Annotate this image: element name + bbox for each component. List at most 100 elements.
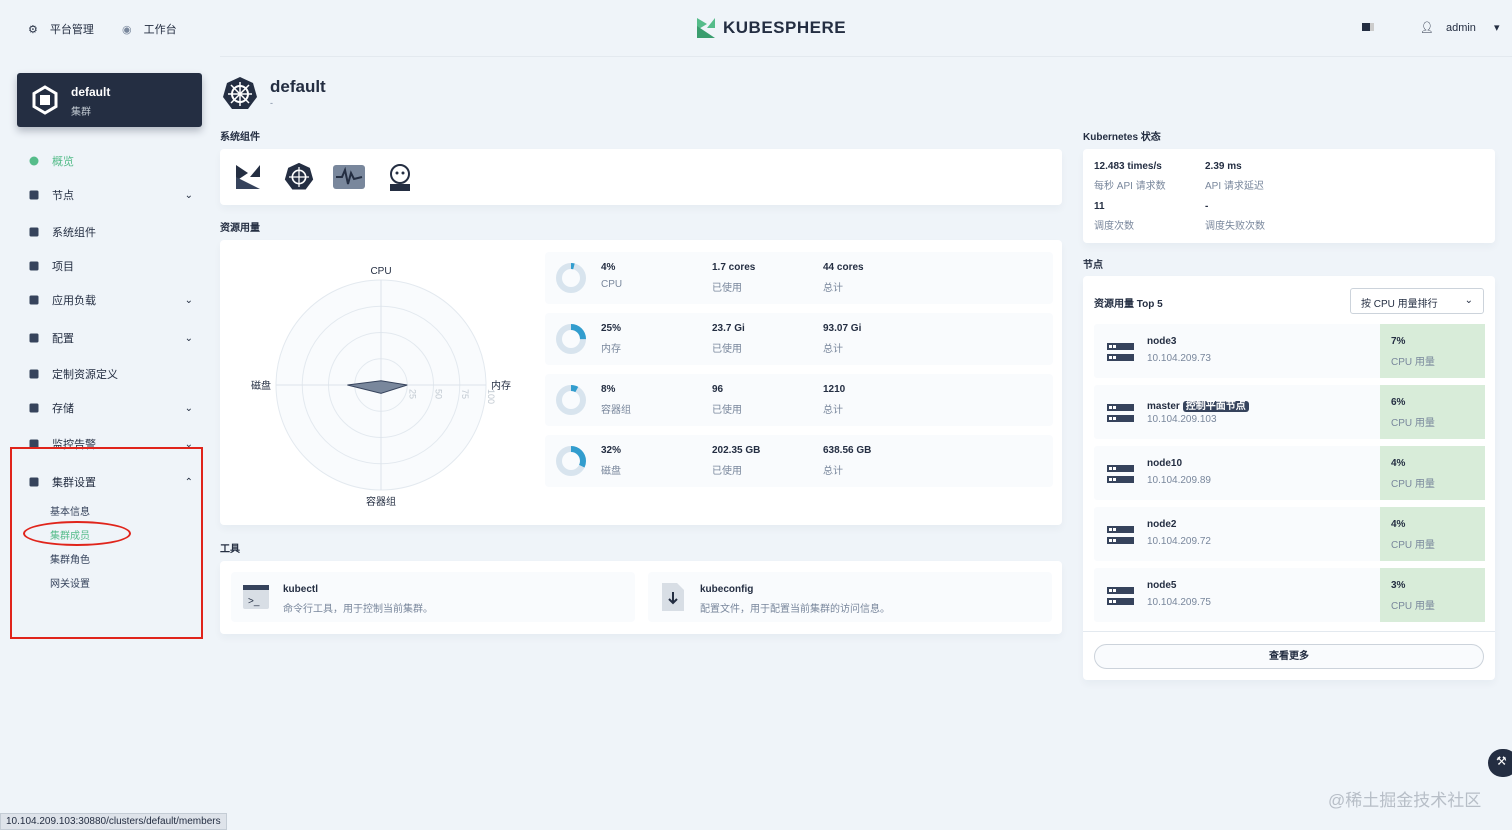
divider: [1083, 631, 1495, 632]
usage-row: 25% 内存 23.7 Gi 已使用 93.07 Gi 总计: [545, 313, 1053, 365]
node-name: master: [1147, 401, 1180, 412]
hammer-icon: ⚒: [1496, 754, 1507, 768]
sidebar-item-overview[interactable]: 概览: [28, 153, 193, 169]
status-bar-url: 10.104.209.103:30880/clusters/default/me…: [0, 813, 227, 830]
usage-donut: [556, 385, 586, 415]
kubesphere-component-icon[interactable]: [234, 163, 262, 191]
sort-select[interactable]: 按 CPU 用量排行 ⌄: [1350, 288, 1484, 314]
node-row[interactable]: node2 10.104.209.72 4% CPU 用量: [1094, 507, 1485, 561]
page-title: default: [270, 77, 326, 96]
radar-tick-label: 75: [460, 389, 470, 399]
user-menu[interactable]: 👤︎ admin ▾: [1420, 21, 1500, 35]
node-cpu-usage: 7% CPU 用量: [1380, 324, 1485, 378]
section-title: 节点: [1083, 260, 1103, 271]
component-icon: [29, 227, 39, 237]
view-more-button[interactable]: 查看更多: [1094, 644, 1484, 669]
node-cpu-usage: 6% CPU 用量: [1380, 385, 1485, 439]
storage-icon: [29, 403, 39, 413]
workbench-icon: ◉: [122, 23, 132, 36]
server-icon: [1107, 526, 1134, 544]
svg-text:>_: >_: [248, 596, 260, 607]
kubeconfig-tool[interactable]: kubeconfig 配置文件，用于配置当前集群的访问信息。: [648, 572, 1052, 622]
nodes-panel-title: 资源用量 Top 5: [1094, 299, 1163, 310]
server-icon: [1107, 587, 1134, 605]
components-panel: [220, 149, 1062, 205]
page-description: -: [270, 98, 273, 108]
sidebar-item-config[interactable]: 配置 ⌄: [28, 330, 193, 346]
server-icon: [1107, 465, 1134, 483]
node-row[interactable]: master 控制平面节点 10.104.209.103 6% CPU 用量: [1094, 385, 1485, 439]
node-cpu-usage: 4% CPU 用量: [1380, 446, 1485, 500]
node-name: node2: [1147, 519, 1177, 530]
chevron-icon: ⌄: [184, 294, 193, 306]
workload-icon: [29, 295, 39, 305]
config-icon: [29, 333, 39, 343]
kubectl-tool[interactable]: >_ kubectl 命令行工具，用于控制当前集群。: [231, 572, 635, 622]
toolbox-button[interactable]: ⚒: [1488, 749, 1512, 777]
platform-menu[interactable]: ⚙ 平台管理: [28, 21, 94, 37]
sidebar-item-project[interactable]: 项目: [28, 258, 193, 274]
radar-axis-label: 磁盘: [251, 379, 271, 392]
node-icon: [29, 190, 39, 200]
notification-icon[interactable]: [1362, 23, 1374, 31]
divider: [220, 56, 1512, 57]
node-ip: 10.104.209.73: [1147, 353, 1211, 364]
server-icon: [1107, 404, 1134, 422]
node-ip: 10.104.209.103: [1147, 414, 1217, 425]
sidebar-item-crd[interactable]: 定制资源定义: [28, 366, 193, 382]
node-ip: 10.104.209.89: [1147, 475, 1211, 486]
devops-component-icon[interactable]: [386, 162, 414, 192]
node-name: node10: [1147, 458, 1183, 469]
radar-tick-label: 25: [407, 389, 417, 399]
usage-row: 8% 容器组 96 已使用 1210 总计: [545, 374, 1053, 426]
node-ip: 10.104.209.75: [1147, 597, 1211, 608]
cluster-selector[interactable]: default 集群: [17, 73, 202, 127]
control-plane-badge: 控制平面节点: [1182, 401, 1249, 412]
server-icon: [1107, 343, 1134, 361]
usage-row: 32% 磁盘 202.35 GB 已使用 638.56 GB 总计: [545, 435, 1053, 487]
radar-tick-label: 100: [486, 389, 496, 404]
radar-axis-label: 容器组: [366, 495, 396, 508]
kubernetes-icon: [223, 77, 257, 109]
chevron-icon: ⌄: [184, 402, 193, 414]
node-ip: 10.104.209.72: [1147, 536, 1211, 547]
section-title: 工具: [220, 544, 240, 555]
chevron-icon: ⌄: [184, 189, 193, 201]
sidebar-item-component[interactable]: 系统组件: [28, 224, 193, 240]
node-cpu-usage: 4% CPU 用量: [1380, 507, 1485, 561]
node-row[interactable]: node10 10.104.209.89 4% CPU 用量: [1094, 446, 1485, 500]
sidebar-item-storage[interactable]: 存储 ⌄: [28, 400, 193, 416]
usage-donut: [556, 324, 586, 354]
chevron-down-icon: ⌄: [1464, 295, 1473, 306]
kubernetes-component-icon[interactable]: [284, 162, 314, 192]
logo[interactable]: KUBESPHERE: [695, 16, 846, 40]
radar-tick-label: 50: [434, 389, 444, 399]
node-row[interactable]: node5 10.104.209.75 3% CPU 用量: [1094, 568, 1485, 622]
radar-chart: CPU内存容器组磁盘25 50 75 100: [251, 266, 511, 508]
cluster-icon: [32, 85, 58, 115]
project-icon: [29, 261, 39, 271]
node-row[interactable]: node3 10.104.209.73 7% CPU 用量: [1094, 324, 1485, 378]
node-cpu-usage: 3% CPU 用量: [1380, 568, 1485, 622]
annotation-ellipse: [23, 521, 131, 546]
node-name: node5: [1147, 580, 1177, 591]
top-nav: ⚙ 平台管理 ◉ 工作台 KUBESPHERE 👤︎ admin ▾: [0, 0, 1512, 56]
terminal-icon: >_: [243, 585, 269, 609]
file-download-icon: [662, 583, 684, 611]
usage-row: 4% CPU 1.7 cores 已使用 44 cores 总计: [545, 252, 1053, 304]
caret-down-icon: ▾: [1493, 22, 1500, 34]
overview-icon: [29, 156, 39, 166]
k8s-stat: 11 调度次数: [1094, 201, 1134, 232]
usage-donut: [556, 446, 586, 476]
sidebar-item-node[interactable]: 节点 ⌄: [28, 187, 193, 203]
k8s-stat: - 调度失败次数: [1205, 201, 1265, 232]
gear-icon: ⚙: [28, 23, 38, 36]
workbench-menu[interactable]: ◉ 工作台: [122, 21, 177, 37]
user-icon: 👤︎: [1420, 22, 1434, 34]
node-name: node3: [1147, 336, 1177, 347]
monitoring-component-icon[interactable]: [333, 165, 365, 189]
section-title: 资源用量: [220, 223, 260, 234]
kubesphere-logo-icon: [697, 18, 715, 38]
section-title: Kubernetes 状态: [1083, 132, 1161, 143]
sidebar-item-workload[interactable]: 应用负载 ⌄: [28, 292, 193, 308]
